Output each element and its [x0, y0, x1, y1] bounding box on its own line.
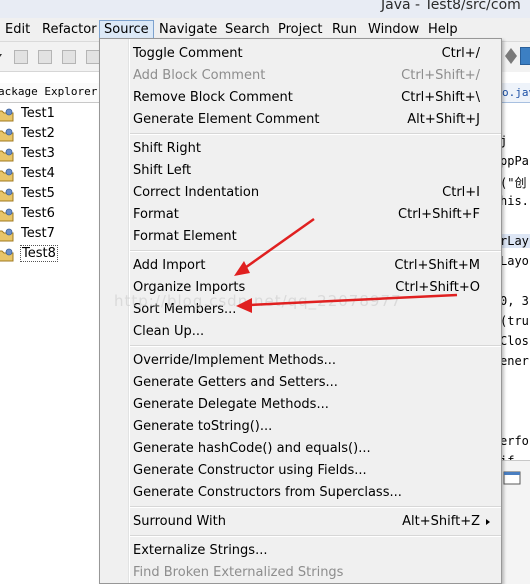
- annotation-arrows: [234, 217, 458, 313]
- red-arrowhead-organize-imports: [234, 261, 250, 276]
- red-arrow-organize-imports: [241, 217, 315, 272]
- red-arrow-sort-members: [249, 293, 458, 307]
- red-arrowhead-sort-members: [236, 298, 252, 313]
